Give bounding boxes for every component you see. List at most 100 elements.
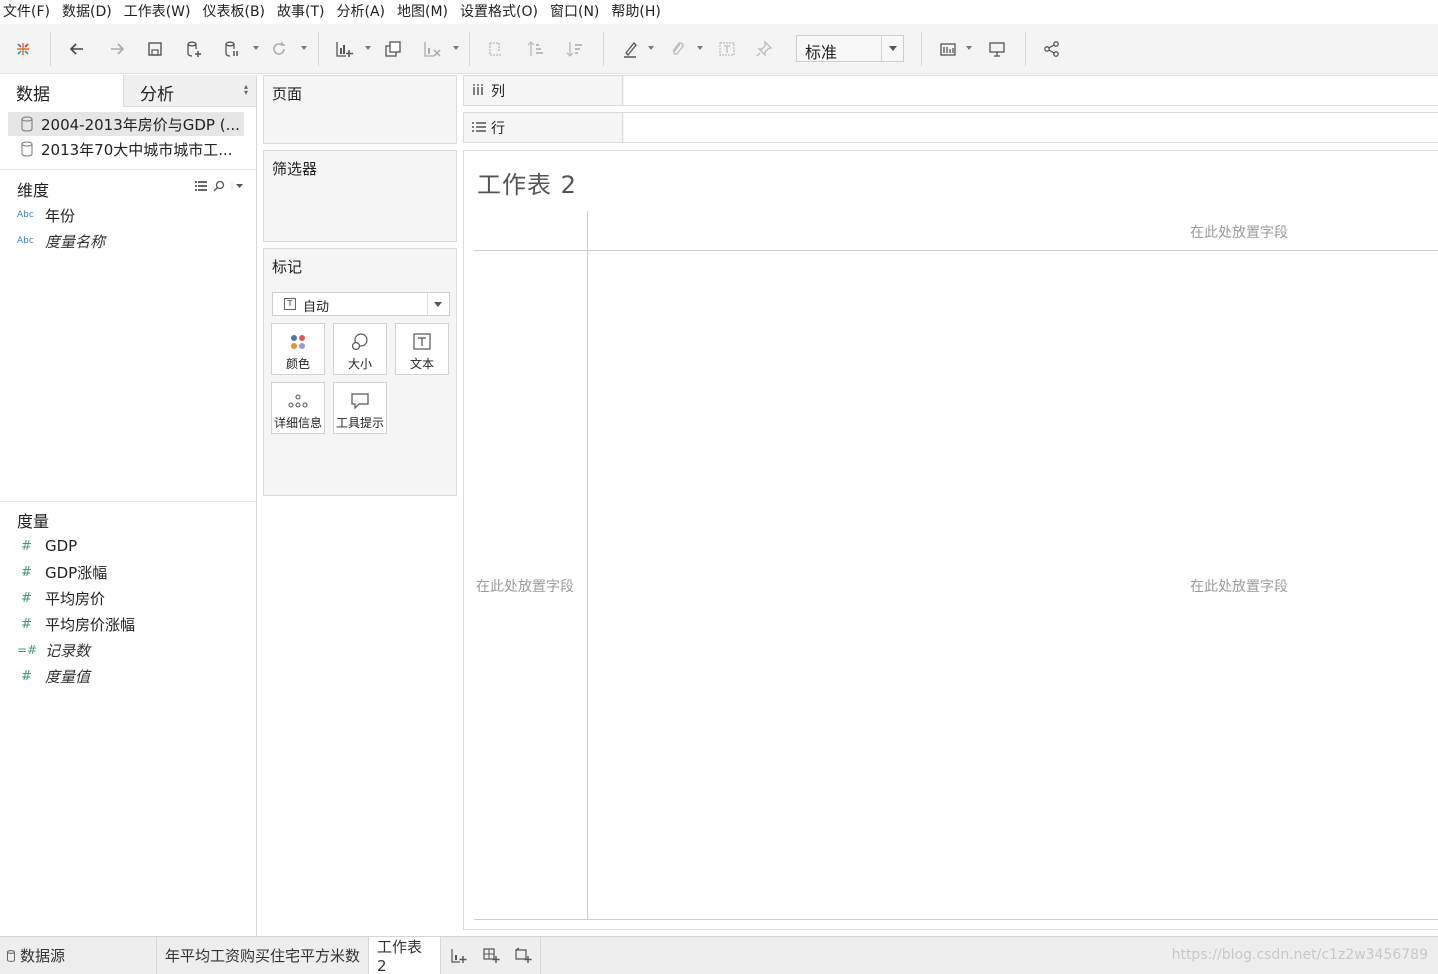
scroll-arrows-icon[interactable]: ▴ ▾ <box>244 83 248 97</box>
fit-dropdown[interactable]: 标准 <box>796 35 904 62</box>
view-drop-hint[interactable]: 在此处放置字段 <box>1190 576 1288 596</box>
measure-field[interactable]: # GDP涨幅 <box>17 561 107 583</box>
sheet-title[interactable]: 工作表 2 <box>477 165 577 200</box>
dimensions-tools <box>195 178 251 194</box>
color-button[interactable]: 颜色 <box>271 323 325 375</box>
dimension-field[interactable]: Abc 年份 <box>17 204 75 226</box>
tab-data-label: 数据 <box>16 85 50 105</box>
group-members-icon[interactable] <box>664 36 690 62</box>
tab-datasource[interactable]: 数据源 <box>6 937 65 974</box>
view-list-icon[interactable] <box>195 181 207 191</box>
presentation-mode-icon[interactable] <box>984 36 1010 62</box>
swap-rows-columns-icon[interactable] <box>483 36 509 62</box>
share-icon[interactable] <box>1039 36 1065 62</box>
measure-field[interactable]: # 平均房价 <box>17 587 105 609</box>
detail-label: 详细信息 <box>273 416 322 430</box>
new-worksheet-tab-icon[interactable] <box>448 946 470 966</box>
menu-dashboard[interactable]: 仪表板(B) <box>198 0 273 24</box>
undo-icon[interactable] <box>64 36 90 62</box>
search-icon[interactable] <box>213 180 225 192</box>
view-bottom-line <box>474 919 1438 920</box>
clear-sheet-caret[interactable] <box>453 42 461 56</box>
rows-shelf: 行 <box>463 112 1438 143</box>
pages-card-title: 页面 <box>272 85 303 103</box>
menu-worksheet[interactable]: 工作表(W) <box>120 0 199 24</box>
field-name: 度量名称 <box>45 232 106 251</box>
refresh-caret[interactable] <box>301 42 309 56</box>
column-drop-hint[interactable]: 在此处放置字段 <box>1190 222 1288 242</box>
sort-ascending-icon[interactable] <box>523 36 549 62</box>
filters-card[interactable]: 筛选器 <box>263 150 457 242</box>
fit-dropdown-value: 标准 <box>805 43 838 62</box>
tab-data[interactable]: 数据 <box>0 75 123 107</box>
refresh-icon[interactable] <box>266 36 292 62</box>
duplicate-sheet-icon[interactable] <box>380 36 406 62</box>
menu-data[interactable]: 数据(D) <box>58 0 120 24</box>
menu-file[interactable]: 文件(F) <box>0 0 58 24</box>
redo-icon[interactable] <box>104 36 130 62</box>
chevron-down-icon[interactable] <box>881 36 903 61</box>
database-icon <box>7 949 15 962</box>
clear-sheet-icon[interactable] <box>419 36 445 62</box>
tooltip-button[interactable]: 工具提示 <box>333 382 387 434</box>
new-worksheet-caret[interactable] <box>365 42 373 56</box>
mark-type-dropdown[interactable]: T 自动 <box>272 292 450 316</box>
new-story-tab-icon[interactable] <box>512 946 534 966</box>
new-dashboard-tab-icon[interactable] <box>480 946 502 966</box>
columns-drop-zone[interactable] <box>624 76 1438 105</box>
menu-caret-icon[interactable] <box>231 181 245 191</box>
color-label: 颜色 <box>285 357 310 371</box>
tab-analysis[interactable]: 分析 ▴ ▾ <box>123 75 256 107</box>
pages-card[interactable]: 页面 <box>263 75 457 144</box>
columns-shelf: 列 <box>463 75 1438 106</box>
measure-field[interactable]: # GDP <box>17 535 77 557</box>
size-button[interactable]: 大小 <box>333 323 387 375</box>
text-button[interactable]: 文本 <box>395 323 449 375</box>
measure-field[interactable]: =# 记录数 <box>17 639 90 661</box>
field-name: GDP <box>45 537 78 555</box>
datasource-name: 2013年70大中城市城市工... <box>41 140 233 159</box>
number-type-icon: # <box>21 564 32 580</box>
sheet-tabs-bar: 数据源 年平均工资购买住宅平方米数 工作表 2 https://blog.csd… <box>0 936 1438 974</box>
field-name: GDP涨幅 <box>45 563 108 582</box>
color-icon <box>272 331 324 353</box>
measure-field[interactable]: # 平均房价涨幅 <box>17 613 135 635</box>
new-datasource-icon[interactable] <box>181 36 207 62</box>
data-pane: 数据 分析 ▴ ▾ 2004-2013年房价与GDP (... 2013年70大中城… <box>0 75 257 936</box>
tab-sheet-active[interactable]: 工作表 2 <box>368 937 441 974</box>
datasource-item[interactable]: 2004-2013年房价与GDP (... <box>8 112 244 136</box>
pause-update-caret[interactable] <box>253 42 261 56</box>
menu-help[interactable]: 帮助(H) <box>607 0 668 24</box>
show-cards-caret[interactable] <box>966 42 974 56</box>
pause-update-icon[interactable] <box>219 36 245 62</box>
datasource-item[interactable]: 2013年70大中城市城市工... <box>8 137 244 161</box>
highlight-icon[interactable] <box>617 36 643 62</box>
show-cards-icon[interactable] <box>935 36 961 62</box>
data-pane-tabs: 数据 分析 ▴ ▾ <box>0 75 256 107</box>
dimensions-title: 维度 <box>17 181 50 200</box>
tab-sheet-label: 年平均工资购买住宅平方米数 <box>165 947 361 965</box>
row-drop-hint[interactable]: 在此处放置字段 <box>476 576 574 596</box>
menu-map[interactable]: 地图(M) <box>393 0 456 24</box>
save-icon[interactable] <box>142 36 168 62</box>
measure-field[interactable]: # 度量值 <box>17 665 90 687</box>
tableau-logo-icon[interactable] <box>10 36 36 62</box>
menu-format[interactable]: 设置格式(O) <box>456 0 546 24</box>
dimension-field[interactable]: Abc 度量名称 <box>17 230 105 252</box>
new-worksheet-icon[interactable] <box>331 36 357 62</box>
tab-sheet[interactable]: 年平均工资购买住宅平方米数 <box>156 937 368 974</box>
show-labels-icon[interactable] <box>714 36 740 62</box>
marks-card: 标记 T 自动 颜色 大小 文本 详细信息 工具提示 <box>263 248 457 496</box>
detail-button[interactable]: 详细信息 <box>271 382 325 434</box>
highlight-caret[interactable] <box>648 42 656 56</box>
column-header-divider <box>474 250 1438 251</box>
menu-analysis[interactable]: 分析(A) <box>333 0 394 24</box>
sort-descending-icon[interactable] <box>562 36 588 62</box>
menu-window[interactable]: 窗口(N) <box>546 0 607 24</box>
rows-drop-zone[interactable] <box>624 113 1438 142</box>
menu-story[interactable]: 故事(T) <box>273 0 332 24</box>
chevron-down-icon[interactable] <box>427 293 449 315</box>
group-members-caret[interactable] <box>697 42 705 56</box>
fix-axes-icon[interactable] <box>751 36 777 62</box>
toolbar: 标准 <box>0 24 1438 74</box>
